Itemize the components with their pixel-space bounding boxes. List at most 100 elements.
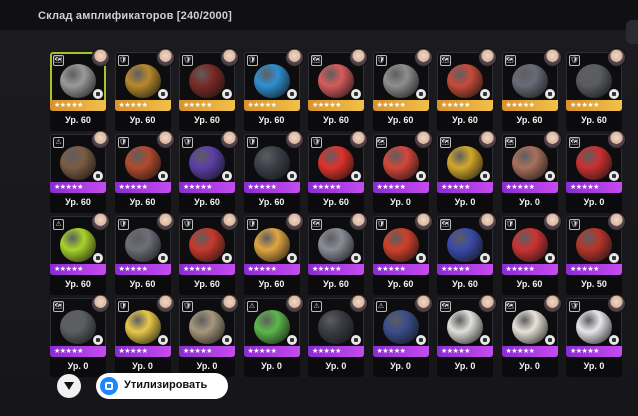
- lock-icon[interactable]: [415, 335, 426, 345]
- amplifier-card[interactable]: 🗺 ★★★★★ Ур. 60: [501, 49, 561, 136]
- lock-icon[interactable]: [222, 253, 232, 263]
- amplifier-card[interactable]: 🛡 ★★★★★ Ур. 60: [372, 49, 432, 136]
- lock-icon[interactable]: [157, 253, 168, 263]
- amplifier-card[interactable]: 🛡 ★★★★★ Ур. 60: [114, 213, 174, 300]
- lock-icon[interactable]: [609, 89, 619, 99]
- lock-icon[interactable]: [351, 253, 361, 263]
- amplifier-card[interactable]: 🗺 ★★★★★ Ур. 0: [566, 131, 625, 218]
- lock-icon[interactable]: [286, 253, 297, 263]
- lock-icon[interactable]: [480, 335, 490, 345]
- lock-icon[interactable]: [480, 253, 490, 263]
- lock-icon[interactable]: [609, 253, 619, 263]
- type-icon: 🛡: [182, 301, 193, 312]
- lock-icon[interactable]: [93, 171, 103, 181]
- agent-avatar: [285, 49, 303, 66]
- amplifier-card[interactable]: ⚠ ★★★★★ Ур. 60: [50, 131, 109, 218]
- amplifier-card[interactable]: 🛡 ★★★★★ Ур. 60: [179, 131, 238, 218]
- amplifier-image: [447, 64, 483, 98]
- amplifier-card[interactable]: 🛡 ★★★★★ Ур. 0: [566, 295, 625, 382]
- utilize-button[interactable]: Утилизировать: [96, 373, 228, 399]
- lock-icon[interactable]: [609, 335, 619, 345]
- amplifier-card[interactable]: 🛡 ★★★★★ Ур. 50: [566, 213, 625, 300]
- lock-icon[interactable]: [480, 171, 490, 181]
- amplifier-card[interactable]: 🛡 ★★★★★ Ур. 60: [308, 131, 367, 218]
- lock-icon[interactable]: [480, 89, 490, 99]
- lock-icon[interactable]: [544, 171, 555, 181]
- star-rating: ★★★★★: [376, 348, 406, 355]
- amplifier-card[interactable]: 🗺 ★★★★★ Ур. 60: [50, 49, 109, 136]
- lock-icon[interactable]: [544, 89, 555, 99]
- level-label: Ур. 60: [501, 111, 558, 131]
- lock-icon[interactable]: [222, 335, 232, 345]
- lock-icon[interactable]: [351, 335, 361, 345]
- type-icon: 🛡: [375, 219, 387, 230]
- lock-icon[interactable]: [415, 171, 426, 181]
- lock-icon[interactable]: [93, 253, 103, 263]
- level-label: Ур. 60: [114, 111, 171, 131]
- amplifier-card[interactable]: 🛡 ★★★★★ Ур. 60: [501, 213, 561, 300]
- agent-avatar: [608, 131, 625, 148]
- lock-icon[interactable]: [544, 335, 555, 345]
- amplifier-card[interactable]: ⚠ ★★★★★ Ур. 0: [243, 295, 303, 382]
- type-icon: 🛡: [182, 55, 193, 66]
- side-tab[interactable]: [626, 20, 638, 44]
- lock-icon[interactable]: [157, 171, 168, 181]
- agent-avatar: [414, 213, 432, 230]
- agent-avatar: [156, 49, 174, 66]
- lock-icon[interactable]: [93, 89, 103, 99]
- amplifier-card[interactable]: 🗺 ★★★★★ Ур. 60: [308, 213, 367, 300]
- star-rating: ★★★★★: [247, 184, 277, 191]
- amplifier-card[interactable]: 🛡 ★★★★★ Ур. 0: [114, 295, 174, 382]
- star-rating: ★★★★★: [54, 102, 83, 109]
- amplifier-card[interactable]: ⚠ ★★★★★ Ур. 60: [50, 213, 109, 300]
- amplifier-card[interactable]: 🛡 ★★★★★ Ур. 60: [179, 213, 238, 300]
- amplifier-card[interactable]: 🗺 ★★★★★ Ур. 0: [372, 131, 432, 218]
- lock-icon[interactable]: [415, 253, 426, 263]
- amplifier-card[interactable]: 🗺 ★★★★★ Ур. 0: [437, 295, 496, 382]
- amplifier-image: [60, 228, 96, 262]
- amplifier-card[interactable]: 🛡 ★★★★★ Ур. 60: [372, 213, 432, 300]
- agent-avatar: [92, 213, 109, 230]
- amplifier-card[interactable]: 🛡 ★★★★★ Ур. 60: [114, 49, 174, 136]
- agent-avatar: [350, 49, 367, 66]
- amplifier-card[interactable]: 🛡 ★★★★★ Ур. 60: [179, 49, 238, 136]
- lock-icon[interactable]: [222, 89, 232, 99]
- lock-icon[interactable]: [222, 171, 232, 181]
- amplifier-image: [318, 146, 354, 180]
- lock-icon[interactable]: [544, 253, 555, 263]
- amplifier-card[interactable]: 🛡 ★★★★★ Ур. 0: [179, 295, 238, 382]
- level-label: Ур. 60: [179, 275, 235, 295]
- amplifier-card[interactable]: ⚠ ★★★★★ Ур. 0: [308, 295, 367, 382]
- star-rating: ★★★★★: [312, 348, 341, 355]
- lock-icon[interactable]: [609, 171, 619, 181]
- type-icon: 🗺: [440, 219, 451, 230]
- lock-icon[interactable]: [157, 335, 168, 345]
- amplifier-image: [124, 64, 161, 98]
- amplifier-card[interactable]: 🗺 ★★★★★ Ур. 0: [501, 295, 561, 382]
- lock-icon[interactable]: [415, 89, 426, 99]
- amplifier-card[interactable]: 🛡 ★★★★★ Ур. 60: [114, 131, 174, 218]
- utilize-label: Утилизировать: [124, 379, 208, 391]
- amplifier-card[interactable]: 🗺 ★★★★★ Ур. 60: [308, 49, 367, 136]
- lock-icon[interactable]: [351, 171, 361, 181]
- amplifier-card[interactable]: 🗺 ★★★★★ Ур. 0: [501, 131, 561, 218]
- amplifier-card[interactable]: 🛡 ★★★★★ Ур. 60: [243, 49, 303, 136]
- amplifier-card[interactable]: 🗺 ★★★★★ Ур. 60: [437, 213, 496, 300]
- lock-icon[interactable]: [286, 171, 297, 181]
- star-rating: ★★★★★: [441, 266, 470, 273]
- amplifier-card[interactable]: 🗺 ★★★★★ Ур. 0: [437, 131, 496, 218]
- lock-icon[interactable]: [286, 89, 297, 99]
- amplifier-card[interactable]: 🛡 ★★★★★ Ур. 60: [243, 213, 303, 300]
- filter-button[interactable]: [57, 374, 81, 398]
- lock-icon[interactable]: [93, 335, 103, 345]
- lock-icon[interactable]: [351, 89, 361, 99]
- amplifier-card[interactable]: 🛡 ★★★★★ Ур. 60: [566, 49, 625, 136]
- lock-icon[interactable]: [286, 335, 297, 345]
- type-icon: 🗺: [504, 137, 516, 148]
- amplifier-card[interactable]: 🛡 ★★★★★ Ур. 60: [243, 131, 303, 218]
- amplifier-card[interactable]: 🗺 ★★★★★ Ур. 0: [50, 295, 109, 382]
- level-label: Ур. 60: [308, 193, 364, 213]
- amplifier-card[interactable]: ⚠ ★★★★★ Ур. 0: [372, 295, 432, 382]
- amplifier-card[interactable]: 🗺 ★★★★★ Ур. 60: [437, 49, 496, 136]
- lock-icon[interactable]: [157, 89, 168, 99]
